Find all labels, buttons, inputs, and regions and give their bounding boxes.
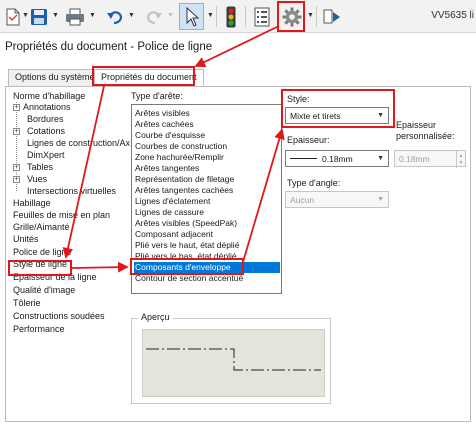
list-item[interactable]: Arêtes cachées — [134, 119, 280, 130]
edge-type-label: Type d'arête: — [131, 91, 183, 101]
expand-icon[interactable]: + — [13, 128, 20, 135]
chevron-down-icon[interactable]: ▼ — [22, 12, 29, 19]
view-icon[interactable] — [322, 5, 342, 28]
list-item[interactable]: Arêtes visibles — [134, 108, 280, 119]
list-item[interactable]: Courbes de construction — [134, 141, 280, 152]
tree-item-tolerie[interactable]: Tôlerie — [13, 298, 41, 309]
save-icon[interactable] — [29, 5, 49, 28]
tab-system-options[interactable]: Options du système — [8, 69, 102, 86]
thickness-label: Epaisseur: — [287, 135, 330, 145]
new-doc-icon[interactable] — [4, 5, 22, 28]
preview-label: Aperçu — [138, 312, 173, 322]
expand-icon[interactable]: + — [13, 104, 20, 111]
select-arrow-icon[interactable] — [179, 3, 204, 30]
highlight-box-enveloppe — [130, 258, 244, 275]
tree-item-performance[interactable]: Performance — [13, 324, 65, 335]
print-icon[interactable] — [64, 5, 86, 28]
tree-item-tables[interactable]: Tables — [27, 162, 53, 173]
tree-item-annotations[interactable]: Annotations — [23, 102, 71, 113]
preview-area — [142, 329, 325, 397]
list-item[interactable]: Zone hachurée/Remplir — [134, 152, 280, 163]
chevron-down-icon[interactable]: ▼ — [307, 12, 314, 19]
highlight-box-options — [277, 1, 305, 32]
chevron-down-icon[interactable]: ▼ — [167, 12, 174, 19]
tree-item-norme-habillage[interactable]: Norme d'habillage — [13, 91, 85, 102]
tree-item-vues[interactable]: Vues — [27, 174, 47, 185]
tree-item-unites[interactable]: Unités — [13, 234, 39, 245]
tree-item-intersections-virtuelles[interactable]: Intersections virtuelles — [27, 186, 116, 197]
highlight-box-police — [8, 260, 72, 276]
tree-item-cotations[interactable]: Cotations — [27, 126, 65, 137]
chevron-down-icon: ▼ — [377, 155, 384, 162]
dialog-title: Propriétés du document - Police de ligne — [5, 41, 213, 53]
list-item[interactable]: Lignes d'éclatement — [134, 196, 280, 207]
chevron-down-icon[interactable]: ▼ — [128, 12, 135, 19]
tree-item-bordures[interactable]: Bordures — [27, 114, 64, 125]
list-item[interactable]: Plié vers le haut, état déplié — [134, 240, 280, 251]
expand-icon[interactable]: + — [13, 176, 20, 183]
tree-item-lignes-construction[interactable]: Lignes de construction/Ax — [27, 138, 130, 149]
custom-thickness-value: 0.18mm — [399, 153, 430, 164]
window-title: VV5635 li — [431, 10, 474, 21]
list-item[interactable]: Arêtes visibles (SpeedPak) — [134, 218, 280, 229]
list-item[interactable]: Représentation de filetage — [134, 174, 280, 185]
traffic-light-icon[interactable] — [223, 5, 239, 28]
custom-thickness-field[interactable]: 0.18mm ▲ ▼ — [394, 150, 466, 168]
tree-item-constructions-soudees[interactable]: Constructions soudées — [13, 311, 105, 322]
end-type-label: Type d'angle: — [287, 178, 341, 188]
undo-icon[interactable] — [105, 5, 125, 28]
toolbar-separator — [316, 6, 317, 27]
thickness-value: 0.18mm — [322, 153, 353, 164]
list-item[interactable]: Courbe d'esquisse — [134, 130, 280, 141]
preview-line — [146, 348, 321, 371]
list-item[interactable]: Composant adjacent — [134, 229, 280, 240]
list-item[interactable]: Lignes de cassure — [134, 207, 280, 218]
chevron-down-icon: ▼ — [377, 196, 384, 203]
spin-buttons[interactable]: ▲ ▼ — [456, 151, 465, 168]
chevron-down-icon[interactable]: ▼ — [89, 12, 96, 19]
custom-thickness-label: Epaisseur personnalisée: — [396, 120, 455, 141]
thickness-dropdown[interactable]: 0.18mm ▼ — [285, 150, 389, 167]
end-type-value: Aucun — [290, 194, 315, 205]
tree-item-dimxpert[interactable]: DimXpert — [27, 150, 65, 161]
list-item[interactable]: Arêtes tangentes — [134, 163, 280, 174]
chevron-down-icon[interactable]: ▼ — [207, 12, 214, 19]
tree-item-grille-aimante[interactable]: Grille/Aimanté — [13, 222, 70, 233]
tree-item-feuilles-mise-en-plan[interactable]: Feuilles de mise en plan — [13, 210, 110, 221]
toolbar: ▼ ▼ ▼ ▼ ▼ ▼ ▼ VV5635 li — [0, 0, 476, 33]
highlight-box-tab — [92, 66, 195, 86]
tree-item-habillage[interactable]: Habillage — [13, 198, 51, 209]
chevron-down-icon[interactable]: ▼ — [52, 12, 59, 19]
toolbar-separator — [216, 6, 217, 27]
tree-item-qualite-image[interactable]: Qualité d'image — [13, 285, 75, 296]
file-properties-icon[interactable] — [252, 5, 272, 28]
list-item[interactable]: Arêtes tangentes cachées — [134, 185, 280, 196]
end-type-dropdown[interactable]: Aucun ▼ — [285, 191, 389, 208]
tree-item-police-de-ligne[interactable]: Police de ligne — [13, 247, 72, 258]
expand-icon[interactable]: + — [13, 164, 20, 171]
highlight-box-style — [281, 89, 395, 128]
toolbar-separator — [245, 6, 246, 27]
redo-icon[interactable] — [144, 5, 164, 28]
line-sample — [290, 158, 317, 159]
settings-tree: Norme d'habillage + Annotations Bordures… — [12, 91, 130, 361]
